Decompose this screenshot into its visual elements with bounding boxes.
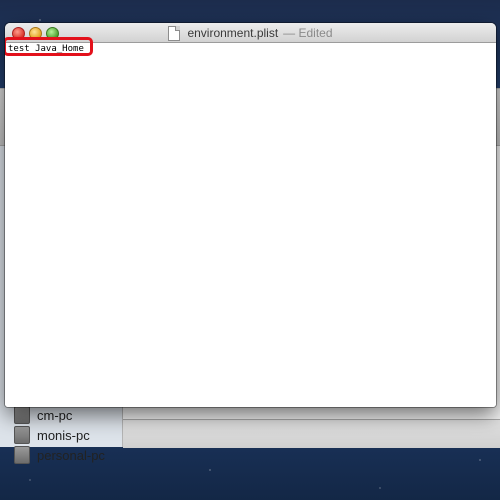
edited-status: — Edited: [283, 26, 333, 40]
sidebar-item-label: monis-pc: [37, 427, 90, 443]
textedit-window: environment.plist — Edited test Java_Hom…: [5, 23, 496, 407]
highlight-box: [5, 37, 93, 56]
sidebar-item-cm-pc[interactable]: cm-pc: [14, 405, 72, 425]
window-filename: environment.plist: [187, 26, 279, 40]
computer-icon: [14, 426, 30, 444]
computer-icon: [14, 446, 30, 464]
sidebar-item-personal-pc[interactable]: personal-pc: [14, 445, 105, 465]
sidebar-item-label: personal-pc: [37, 447, 105, 463]
document-icon[interactable]: [168, 25, 181, 41]
sidebar-item-label: cm-pc: [37, 407, 73, 423]
computer-icon: [14, 406, 30, 424]
finder-status-bar: [123, 419, 500, 448]
document-text-area[interactable]: test Java_Home: [5, 43, 496, 407]
sidebar-item-monis-pc[interactable]: monis-pc: [14, 425, 90, 445]
